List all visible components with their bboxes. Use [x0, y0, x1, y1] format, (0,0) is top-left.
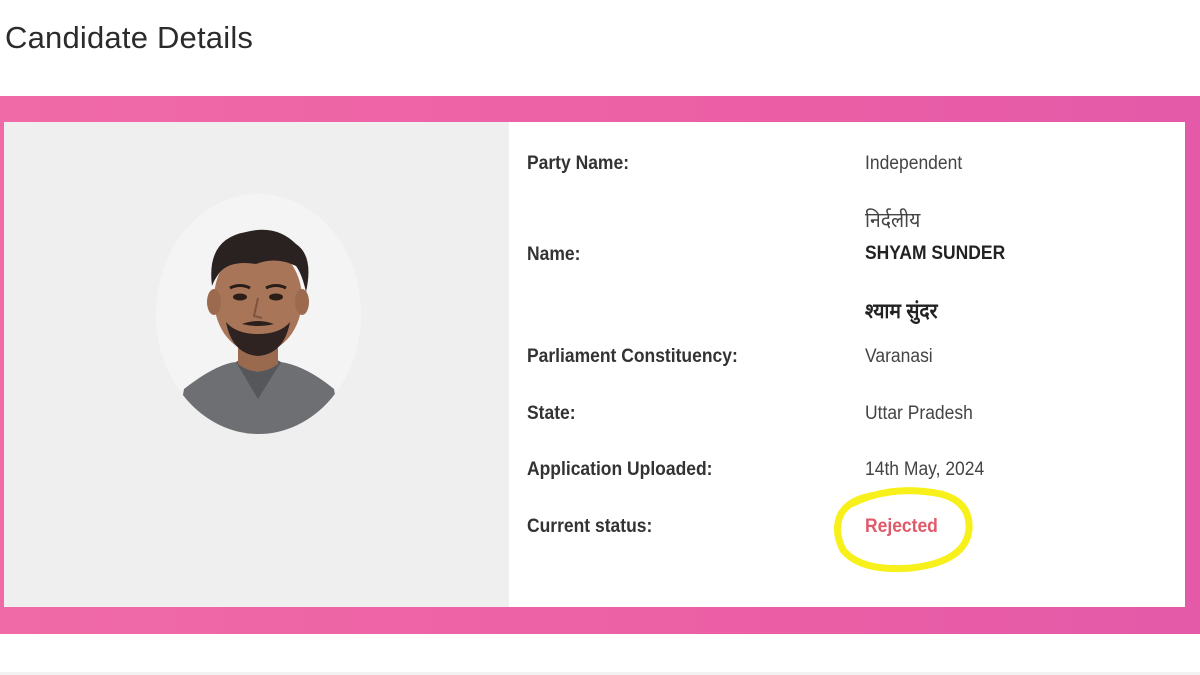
details-panel: Party Name: Independent निर्दलीय Name: S…	[509, 122, 1185, 607]
state-label: State:	[527, 403, 576, 424]
candidate-details-page: Candidate Details Party Name: Independen…	[0, 0, 1200, 675]
candidate-photo-illustration	[156, 194, 361, 434]
candidate-card-frame: Party Name: Independent निर्दलीय Name: S…	[0, 96, 1200, 634]
constituency-label: Parliament Constituency:	[527, 346, 738, 367]
candidate-photo	[156, 194, 361, 434]
constituency-value: Varanasi	[865, 346, 933, 367]
party-name-value: Independent	[865, 153, 963, 174]
candidate-card: Party Name: Independent निर्दलीय Name: S…	[4, 122, 1185, 607]
party-name-label: Party Name:	[527, 153, 630, 174]
photo-panel	[4, 122, 509, 607]
application-uploaded-value: 14th May, 2024	[865, 459, 985, 480]
page-title: Candidate Details	[5, 20, 254, 55]
name-value-hindi: श्याम सुंदर	[865, 300, 938, 323]
application-uploaded-label: Application Uploaded:	[527, 459, 713, 480]
current-status-label: Current status:	[527, 516, 653, 537]
name-label: Name:	[527, 244, 581, 265]
state-value: Uttar Pradesh	[865, 403, 973, 424]
current-status-value: Rejected	[865, 516, 938, 537]
name-value: SHYAM SUNDER	[865, 243, 1006, 264]
party-name-value-hindi: निर्दलीय	[865, 209, 921, 232]
